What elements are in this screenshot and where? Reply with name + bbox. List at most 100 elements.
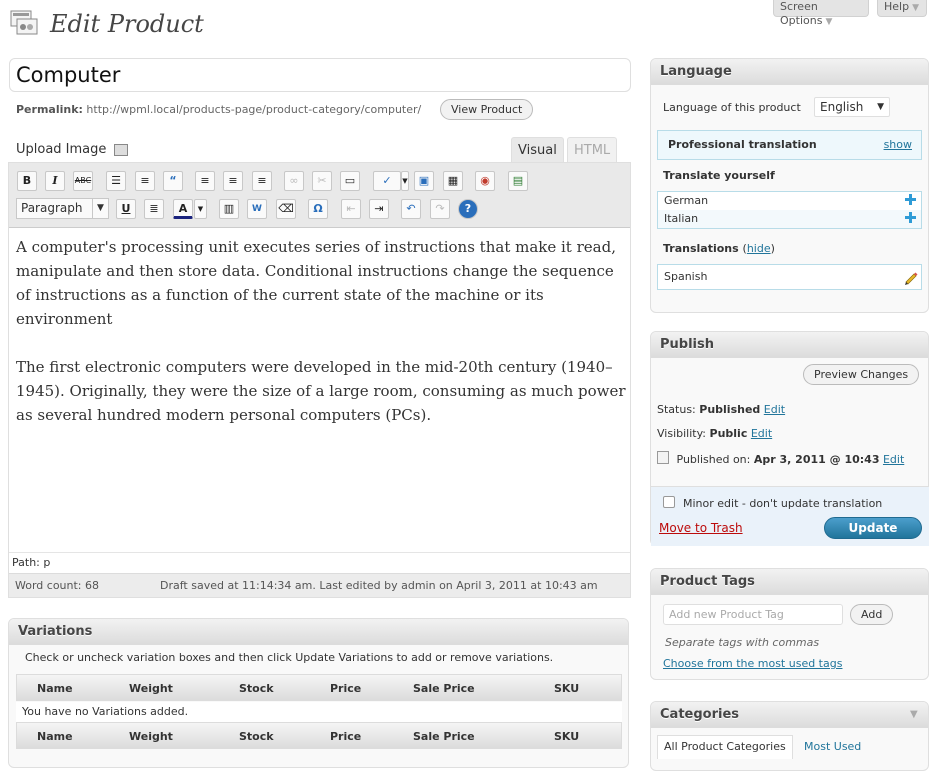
text-color-icon[interactable]: A [173, 199, 193, 219]
col-stock: Stock [239, 730, 274, 743]
link-icon[interactable]: ∞ [284, 171, 304, 191]
minor-edit[interactable]: Minor edit - don't update translation [663, 496, 882, 510]
tag-input[interactable]: Add new Product Tag [663, 604, 843, 625]
chevron-down-icon: ▼ [825, 17, 833, 27]
edit-page-icon [10, 10, 38, 35]
fullscreen-icon[interactable]: ▣ [414, 171, 434, 191]
col-name: Name [37, 730, 73, 743]
hide-link[interactable]: hide [747, 242, 771, 255]
justify-icon[interactable]: ≣ [144, 199, 164, 219]
col-price: Price [330, 730, 362, 743]
paste-text-icon[interactable]: ▥ [219, 199, 239, 219]
paste-word-icon[interactable]: W [247, 199, 267, 219]
blockquote-icon[interactable]: “ [163, 171, 183, 191]
calendar-icon [657, 451, 669, 464]
product-tags-title[interactable]: Product Tags [651, 569, 928, 595]
bullet-list-icon[interactable]: ☰ [106, 171, 126, 191]
help-icon[interactable]: ? [458, 199, 478, 219]
col-sale-price: Sale Price [413, 730, 475, 743]
view-product-button[interactable]: View Product [440, 99, 534, 120]
bold-icon[interactable]: B [17, 171, 37, 191]
undo-icon[interactable]: ↶ [401, 199, 421, 219]
underline-icon[interactable]: U [116, 199, 136, 219]
tab-visual[interactable]: Visual [511, 137, 564, 163]
redo-icon[interactable]: ↷ [430, 199, 450, 219]
chevron-down-icon[interactable]: ▼ [910, 709, 918, 720]
help-tab[interactable]: Help ▼ [877, 0, 927, 17]
translation-row-spanish[interactable]: Spanish [658, 265, 921, 289]
translate-yourself-heading: Translate yourself [663, 169, 775, 182]
media-gallery-icon[interactable]: ◉ [475, 171, 495, 191]
format-select[interactable]: Paragraph ▼ [16, 198, 109, 219]
status-line: Status: Published Edit [657, 403, 785, 416]
minor-edit-label: Minor edit - don't update translation [683, 497, 883, 510]
variations-title[interactable]: Variations [9, 619, 628, 645]
chevron-down-icon: ▼ [877, 102, 884, 112]
numbered-list-icon[interactable]: ≡ [135, 171, 155, 191]
translate-row-italian[interactable]: Italian [658, 210, 921, 228]
tab-html[interactable]: HTML [567, 137, 618, 163]
spellcheck-icon[interactable]: ✓ [373, 171, 401, 191]
kitchen-sink-icon[interactable]: ▦ [443, 171, 463, 191]
translate-lang-label: Italian [664, 212, 699, 225]
status-edit-link[interactable]: Edit [764, 403, 785, 416]
variations-description: Check or uncheck variation boxes and the… [25, 651, 554, 664]
screen-options-label: Screen Options [780, 0, 823, 27]
align-left-icon[interactable]: ≡ [195, 171, 215, 191]
indent-icon[interactable]: ⇥ [369, 199, 389, 219]
publish-title[interactable]: Publish [651, 332, 928, 358]
outdent-icon[interactable]: ⇤ [341, 199, 361, 219]
page-title: Edit Product [50, 10, 204, 38]
translate-yourself-list: German Italian [657, 191, 922, 229]
translations-label: Translations [663, 242, 739, 255]
tab-most-used[interactable]: Most Used [804, 740, 861, 753]
screen-options-tab[interactable]: Screen Options ▼ [773, 0, 869, 27]
minor-edit-checkbox[interactable] [663, 496, 675, 508]
col-sku: SKU [554, 730, 580, 743]
show-link[interactable]: show [884, 131, 912, 159]
variations-empty: You have no Variations added. [16, 702, 622, 722]
categories-title[interactable]: Categories [651, 702, 928, 728]
media-upload-icon[interactable] [114, 143, 129, 156]
special-character-icon[interactable]: Ω [308, 199, 328, 219]
language-title[interactable]: Language [651, 59, 928, 85]
col-stock: Stock [239, 682, 274, 695]
upload-image[interactable]: Upload Image [16, 142, 129, 157]
translate-row-german[interactable]: German [658, 192, 921, 210]
visibility-edit-link[interactable]: Edit [751, 427, 772, 440]
chevron-down-icon[interactable]: ▼ [194, 199, 207, 219]
more-tag-icon[interactable]: ▭ [340, 171, 360, 191]
italic-icon[interactable]: I [45, 171, 65, 191]
database-icon[interactable]: ▤ [508, 171, 528, 191]
content-paragraph: A computer's processing unit executes se… [16, 238, 616, 328]
variations-footer-row: Name Weight Stock Price Sale Price SKU [16, 722, 622, 749]
permalink: Permalink: http://wpml.local/products-pa… [16, 102, 421, 118]
professional-translation: Professional translation show [657, 130, 922, 160]
post-title-input[interactable] [9, 58, 631, 92]
draft-status: Draft saved at 11:14:34 am. Last edited … [160, 579, 598, 592]
translate-lang-label: German [664, 194, 709, 207]
published-edit-link[interactable]: Edit [883, 453, 904, 466]
add-translation-icon[interactable] [904, 211, 917, 224]
permalink-url[interactable]: http://wpml.local/products-page/product-… [86, 103, 421, 116]
language-select[interactable]: English ▼ [814, 97, 890, 117]
update-button[interactable]: Update [824, 517, 922, 539]
published-on-line: Published on: Apr 3, 2011 @ 10:43 Edit [657, 451, 904, 466]
preview-changes-button[interactable]: Preview Changes [803, 364, 920, 385]
pencil-icon[interactable] [903, 269, 919, 285]
most-used-tags-link[interactable]: Choose from the most used tags [663, 657, 842, 670]
chevron-down-icon[interactable]: ▼ [401, 171, 409, 191]
tab-all-product-categories[interactable]: All Product Categories [657, 735, 793, 759]
unlink-icon[interactable]: ✂ [312, 171, 332, 191]
col-sku: SKU [554, 682, 580, 695]
align-right-icon[interactable]: ≡ [252, 171, 272, 191]
visibility-value: Public [709, 427, 748, 440]
eraser-icon[interactable]: ⌫ [276, 199, 296, 219]
add-translation-icon[interactable] [904, 193, 917, 206]
align-center-icon[interactable]: ≡ [223, 171, 243, 191]
strikethrough-icon[interactable]: ABC [73, 171, 93, 191]
help-label: Help [884, 0, 910, 13]
add-tag-button[interactable]: Add [850, 604, 894, 625]
editor-content[interactable]: A computer's processing unit executes se… [16, 235, 626, 451]
move-to-trash-link[interactable]: Move to Trash [659, 521, 743, 535]
